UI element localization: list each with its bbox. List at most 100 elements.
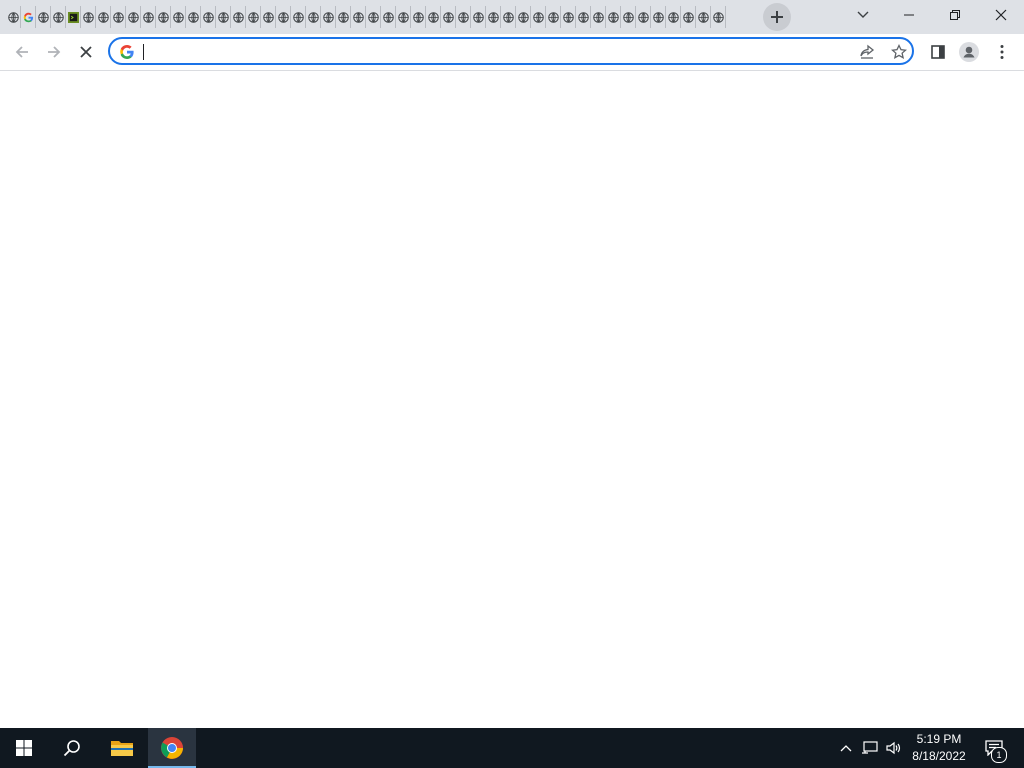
- browser-menu-button[interactable]: [988, 38, 1016, 66]
- browser-tab[interactable]: [606, 6, 621, 28]
- browser-tab[interactable]: [111, 6, 126, 28]
- browser-tab[interactable]: [51, 6, 66, 28]
- close-window-button[interactable]: [978, 0, 1024, 30]
- browser-tab[interactable]: [426, 6, 441, 28]
- browser-tab[interactable]: [456, 6, 471, 28]
- browser-tab[interactable]: [171, 6, 186, 28]
- plus-icon: [771, 11, 783, 23]
- taskbar-search-button[interactable]: [48, 728, 96, 768]
- browser-tab[interactable]: [591, 6, 606, 28]
- restore-button[interactable]: [932, 0, 978, 30]
- tab-search-button[interactable]: [840, 0, 886, 30]
- side-panel-button[interactable]: [924, 38, 952, 66]
- address-bar[interactable]: [108, 37, 914, 65]
- browser-tab[interactable]: [36, 6, 51, 28]
- chrome-taskbar-button[interactable]: [148, 728, 196, 768]
- stop-loading-button[interactable]: [72, 38, 100, 66]
- globe-icon: [397, 11, 409, 23]
- browser-tab[interactable]: [576, 6, 591, 28]
- globe-icon: [232, 11, 244, 23]
- browser-tab[interactable]: [651, 6, 666, 28]
- show-hidden-icons-button[interactable]: [834, 728, 858, 768]
- volume-button[interactable]: [882, 728, 906, 768]
- browser-tab[interactable]: [486, 6, 501, 28]
- browser-tab[interactable]: [561, 6, 576, 28]
- forward-arrow-icon: [48, 46, 61, 58]
- stop-loading-icon: [80, 46, 92, 58]
- browser-tab[interactable]: [696, 6, 711, 28]
- browser-tab[interactable]: [201, 6, 216, 28]
- taskbar: 5:19 PM 8/18/2022: [0, 728, 1024, 768]
- browser-tab[interactable]: [366, 6, 381, 28]
- browser-tab[interactable]: [276, 6, 291, 28]
- browser-tab[interactable]: [711, 6, 726, 28]
- browser-tab[interactable]: [441, 6, 456, 28]
- browser-tab[interactable]: [261, 6, 276, 28]
- profile-icon: [959, 42, 979, 62]
- browser-tab[interactable]: [66, 6, 81, 28]
- minimize-button[interactable]: [886, 0, 932, 30]
- restore-icon: [950, 10, 960, 20]
- share-button[interactable]: [857, 42, 877, 62]
- browser-tab[interactable]: [621, 6, 636, 28]
- browser-tab[interactable]: [501, 6, 516, 28]
- browser-tab[interactable]: [396, 6, 411, 28]
- back-button[interactable]: [8, 38, 36, 66]
- browser-tab[interactable]: [246, 6, 261, 28]
- browser-tab[interactable]: [81, 6, 96, 28]
- search-icon: [63, 740, 80, 757]
- browser-tab[interactable]: [96, 6, 111, 28]
- network-button[interactable]: [858, 728, 882, 768]
- start-button[interactable]: [0, 728, 48, 768]
- share-icon: [860, 44, 875, 59]
- browser-tab[interactable]: [636, 6, 651, 28]
- browser-tab[interactable]: [156, 6, 171, 28]
- browser-tab[interactable]: [141, 6, 156, 28]
- globe-icon: [112, 11, 124, 23]
- globe-icon: [277, 11, 289, 23]
- network-icon: [862, 741, 878, 754]
- windows-start-icon: [16, 740, 32, 756]
- globe-icon: [667, 11, 679, 23]
- globe-icon: [697, 11, 709, 23]
- address-input[interactable]: [142, 42, 842, 62]
- browser-tab[interactable]: [351, 6, 366, 28]
- browser-tab[interactable]: [216, 6, 231, 28]
- globe-icon: [637, 11, 649, 23]
- globe-icon: [367, 11, 379, 23]
- browser-tab[interactable]: [321, 6, 336, 28]
- forward-button[interactable]: [40, 38, 68, 66]
- browser-tab[interactable]: [681, 6, 696, 28]
- browser-tab[interactable]: [546, 6, 561, 28]
- tab-list: [6, 6, 726, 28]
- browser-tab[interactable]: [21, 6, 36, 28]
- browser-tab[interactable]: [306, 6, 321, 28]
- globe-icon: [172, 11, 184, 23]
- kebab-menu-icon: [1000, 45, 1004, 59]
- browser-tab[interactable]: [666, 6, 681, 28]
- browser-tab[interactable]: [471, 6, 486, 28]
- file-explorer-button[interactable]: [98, 728, 146, 768]
- globe-icon: [517, 11, 529, 23]
- browser-tab[interactable]: [531, 6, 546, 28]
- globe-icon: [442, 11, 454, 23]
- browser-tab[interactable]: [381, 6, 396, 28]
- minimize-icon: [904, 14, 914, 16]
- google-icon: [120, 45, 134, 59]
- browser-tab[interactable]: [291, 6, 306, 28]
- browser-toolbar: [0, 34, 1024, 71]
- browser-tab[interactable]: [516, 6, 531, 28]
- taskbar-clock[interactable]: 5:19 PM 8/18/2022: [904, 731, 974, 765]
- page-content: [0, 71, 1024, 728]
- bookmark-button[interactable]: [889, 42, 909, 62]
- browser-tab[interactable]: [186, 6, 201, 28]
- globe-icon: [187, 11, 199, 23]
- profile-button[interactable]: [955, 38, 983, 66]
- globe-icon: [412, 11, 424, 23]
- browser-tab[interactable]: [126, 6, 141, 28]
- browser-tab[interactable]: [336, 6, 351, 28]
- new-tab-button[interactable]: [763, 3, 791, 31]
- browser-tab[interactable]: [411, 6, 426, 28]
- browser-tab[interactable]: [6, 6, 21, 28]
- browser-tab[interactable]: [231, 6, 246, 28]
